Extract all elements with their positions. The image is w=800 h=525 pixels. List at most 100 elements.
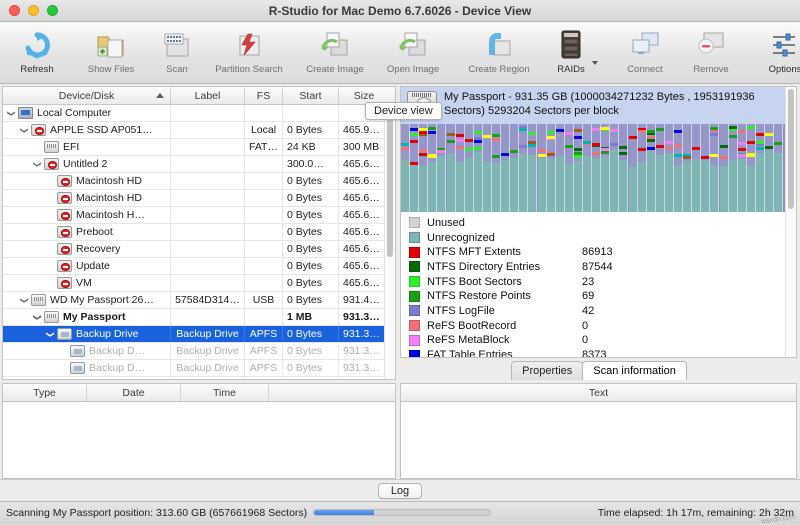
sort-ascending-icon <box>156 93 164 98</box>
cell-device: EFI <box>3 139 171 155</box>
column-header-date[interactable]: Date <box>87 384 181 401</box>
column-header-device[interactable]: Device/Disk <box>3 87 171 104</box>
table-row[interactable]: ❯ Backup Drive Backup Drive APFS 0 Bytes 931.… <box>3 326 395 343</box>
unrecognized-region <box>610 149 619 212</box>
column-header-type[interactable]: Type <box>3 384 87 401</box>
table-row[interactable]: Recovery 0 Bytes 465.6… <box>3 241 395 258</box>
cell-fs <box>245 258 283 274</box>
table-row[interactable]: Macintosh HD 0 Bytes 465.6… <box>3 173 395 190</box>
disk-map-column <box>674 123 684 212</box>
column-header-fs[interactable]: FS <box>245 87 283 104</box>
device-name: Macintosh H… <box>76 209 145 221</box>
table-row[interactable]: Macintosh HD 0 Bytes 465.6… <box>3 190 395 207</box>
cell-start: 300.0… <box>283 156 339 172</box>
table-row[interactable]: ❯ WD My Passport 26… 57584D314… USB 0 Bytes 9… <box>3 292 395 309</box>
disk-map-stripe <box>501 153 510 157</box>
disk-map-column <box>655 123 665 212</box>
table-row[interactable]: Macintosh H… 0 Bytes 465.6… <box>3 207 395 224</box>
cell-device: Macintosh H… <box>3 207 171 223</box>
cell-fs <box>245 309 283 325</box>
legend-color-swatch <box>409 349 420 357</box>
table-row[interactable]: ❯ My Passport 1 MB 931.3… <box>3 309 395 326</box>
column-header-label[interactable]: Label <box>171 87 245 104</box>
table-row[interactable]: ❯ APPLE SSD AP051… Local 0 Bytes 465.9… <box>3 122 395 139</box>
disk-map-stripe <box>610 128 619 132</box>
raids-button[interactable]: RAIDs <box>538 25 604 81</box>
disclosure-open-icon[interactable]: ❯ <box>33 158 42 171</box>
table-row[interactable]: Update 0 Bytes 465.6… <box>3 258 395 275</box>
create-region-button[interactable]: Create Region <box>460 25 538 81</box>
disk-map-stripe <box>765 133 774 137</box>
scan-button[interactable]: Scan <box>144 25 210 81</box>
disk-block-map[interactable] <box>401 123 796 212</box>
refresh-button[interactable]: Refresh <box>4 25 70 81</box>
table-row[interactable]: Backup D…Backup DriveAPFS0 Bytes931.3… <box>3 377 395 379</box>
disk-map-stripe <box>710 133 719 137</box>
table-row[interactable]: Backup D…Backup DriveAPFS0 Bytes931.3… <box>3 360 395 377</box>
unrecognized-region <box>528 154 537 212</box>
legend-color-swatch <box>409 276 420 288</box>
disk-map-stripe <box>592 127 601 131</box>
cell-label <box>171 139 245 155</box>
disclosure-open-icon[interactable]: ❯ <box>7 107 16 120</box>
cell-start: 0 Bytes <box>283 275 339 291</box>
remove-button[interactable]: Remove <box>678 25 744 81</box>
table-row[interactable]: Preboot 0 Bytes 465.6… <box>3 224 395 241</box>
close-button[interactable] <box>9 5 20 16</box>
options-label: Options <box>768 64 800 75</box>
partition-search-button[interactable]: Partition Search <box>210 25 288 81</box>
column-header-text-left[interactable] <box>269 384 395 401</box>
toolbar-group-image: Create Image Open Image <box>296 25 452 81</box>
table-row[interactable]: EFI FAT… 24 KB 300 MB <box>3 139 395 156</box>
minimize-button[interactable] <box>28 5 39 16</box>
disk-map-stripe <box>746 140 755 144</box>
column-header-start[interactable]: Start <box>283 87 339 104</box>
tab-scan-information[interactable]: Scan information <box>582 361 687 380</box>
scrollbar-thumb[interactable] <box>387 107 393 257</box>
create-image-button[interactable]: Create Image <box>296 25 374 81</box>
cell-device: ❯ APPLE SSD AP051… <box>3 122 171 138</box>
cell-size: 465.6… <box>343 209 380 221</box>
disk-map-stripe <box>655 144 664 148</box>
unrecognized-region <box>728 159 737 212</box>
table-row[interactable]: ❯ Local Computer <box>3 105 395 122</box>
column-header-text[interactable]: Text <box>401 384 796 401</box>
disclosure-open-icon[interactable]: ❯ <box>20 124 29 137</box>
log-button[interactable]: Log <box>377 482 423 499</box>
zoom-button[interactable] <box>47 5 58 16</box>
disclosure-open-icon[interactable]: ❯ <box>33 311 42 324</box>
map-scrollbar[interactable] <box>785 87 796 357</box>
table-row[interactable]: Backup D…Backup DriveAPFS0 Bytes931.3… <box>3 343 395 360</box>
chevron-down-icon[interactable] <box>592 61 598 65</box>
show-files-button[interactable]: Show Files <box>78 25 144 81</box>
tab-properties[interactable]: Properties <box>511 361 584 380</box>
scrollbar-thumb[interactable] <box>788 89 794 209</box>
device-tree-scrollbar[interactable] <box>384 105 395 379</box>
legend-label: Unrecognized <box>427 231 495 244</box>
device-name: Preboot <box>76 226 113 238</box>
device-name: Backup D… <box>89 362 146 374</box>
legend-label: NTFS MFT Extents <box>427 246 521 259</box>
disk-map-stripe <box>410 133 419 137</box>
table-row[interactable]: VM 0 Bytes 465.6… <box>3 275 395 292</box>
connect-button[interactable]: Connect <box>612 25 678 81</box>
legend-value: 86913 <box>582 246 613 259</box>
legend-color-swatch <box>409 305 420 317</box>
unrecognized-region <box>446 153 455 212</box>
disclosure-open-icon[interactable]: ❯ <box>46 328 55 341</box>
disk-map-stripe <box>464 148 473 151</box>
open-image-button[interactable]: Open Image <box>374 25 452 81</box>
cell-start: 0 Bytes <box>283 241 339 257</box>
table-row[interactable]: ❯ Untitled 2 300.0… 465.6… <box>3 156 395 173</box>
unrecognized-region <box>546 158 555 212</box>
disk-map-column <box>564 123 574 212</box>
cell-fs: APFS <box>245 343 283 359</box>
cell-start: 0 Bytes <box>283 326 339 342</box>
disk-map-stripe <box>592 142 601 146</box>
options-button[interactable]: Options <box>752 25 800 81</box>
disk-map-column <box>710 123 720 212</box>
column-header-time[interactable]: Time <box>181 384 269 401</box>
disk-map-stripe <box>755 132 764 136</box>
disk-map-stripe <box>746 126 755 130</box>
disclosure-open-icon[interactable]: ❯ <box>20 294 29 307</box>
